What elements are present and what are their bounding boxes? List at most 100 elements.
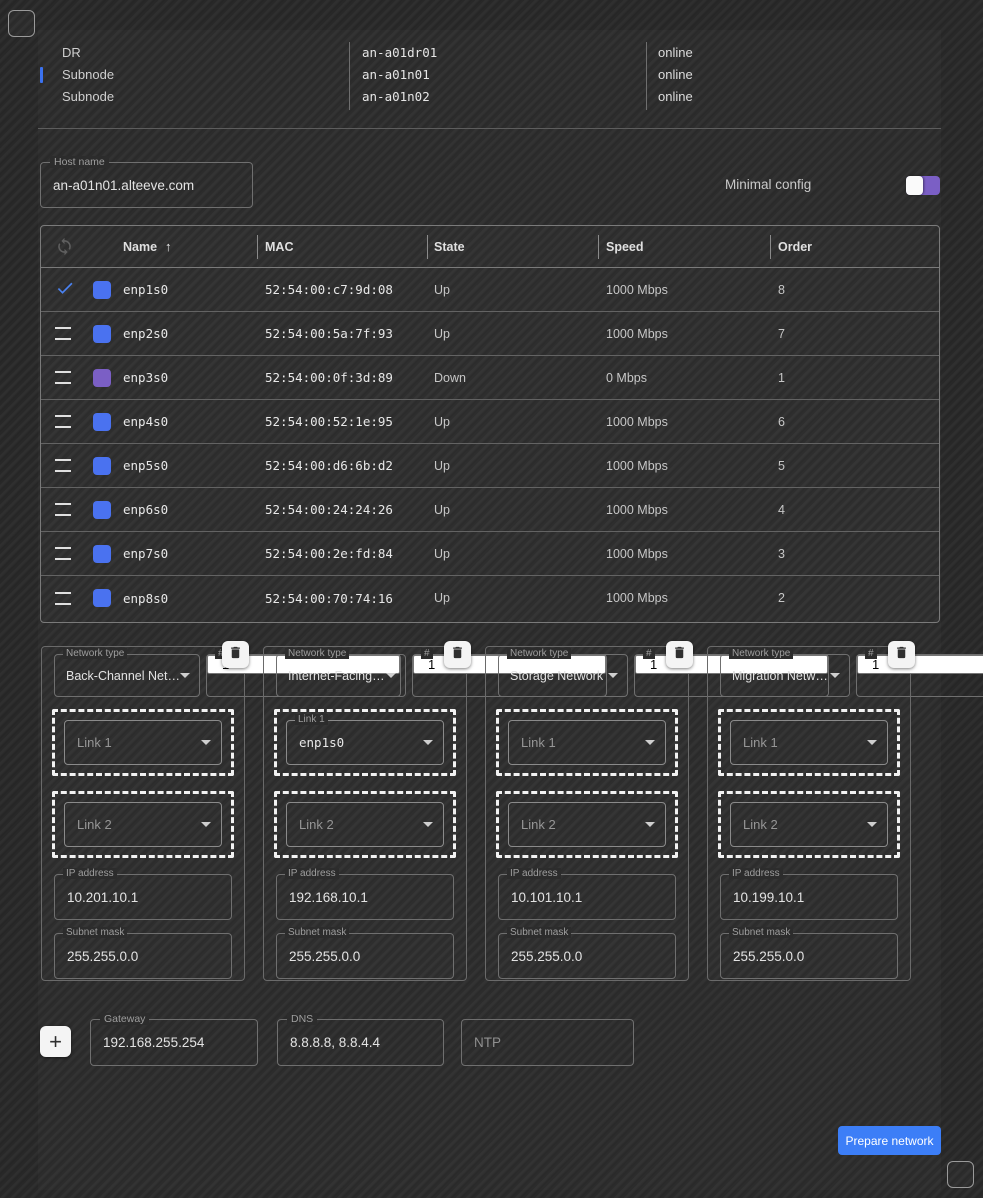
table-row[interactable]: enp8s0 52:54:00:70:74:16 Up 1000 Mbps 2 (41, 576, 939, 620)
section-divider (38, 128, 941, 129)
table-row[interactable]: enp2s0 52:54:00:5a:7f:93 Up 1000 Mbps 7 (41, 312, 939, 356)
ip-address-input[interactable] (721, 875, 897, 919)
link1-select[interactable]: Link 1 (64, 720, 222, 765)
delete-network-button[interactable] (444, 641, 471, 668)
node-list-item[interactable]: DR an-a01dr01 online (38, 42, 941, 64)
delete-network-button[interactable] (888, 641, 915, 668)
table-row[interactable]: enp4s0 52:54:00:52:1e:95 Up 1000 Mbps 6 (41, 400, 939, 444)
interface-color-swatch (93, 545, 111, 563)
corner-button-bottom-right[interactable] (947, 1161, 974, 1188)
ntp-field[interactable] (461, 1019, 634, 1066)
link1-select[interactable]: Link 1 (508, 720, 666, 765)
column-header-mac[interactable]: MAC (265, 240, 434, 254)
drag-handle-icon[interactable] (55, 371, 71, 384)
minimal-config-label: Minimal config (725, 177, 811, 192)
link1-dropzone[interactable]: Link 1 (496, 709, 678, 776)
subnet-mask-field[interactable]: Subnet mask (276, 933, 454, 979)
table-row[interactable]: enp3s0 52:54:00:0f:3d:89 Down 0 Mbps 1 (41, 356, 939, 400)
subnet-mask-field[interactable]: Subnet mask (54, 933, 232, 979)
column-header-speed[interactable]: Speed (606, 240, 778, 254)
drag-handle-icon[interactable] (55, 459, 71, 472)
ip-address-field[interactable]: IP address (54, 874, 232, 920)
link1-dropzone[interactable]: Link 1 (52, 709, 234, 776)
link1-select[interactable]: Link 1 (730, 720, 888, 765)
subnet-mask-input[interactable] (277, 934, 453, 978)
drag-handle-icon[interactable] (55, 503, 71, 516)
link1-select[interactable]: Link 1 enp1s0 (286, 720, 444, 765)
network-card-ifn: Network type Internet-Facing… # Link 1 e… (263, 646, 467, 981)
corner-button-top-left[interactable] (8, 10, 35, 37)
node-type: DR (62, 42, 81, 64)
drag-handle-icon[interactable] (55, 415, 71, 428)
chevron-down-icon (423, 822, 433, 827)
dns-field[interactable]: DNS (277, 1019, 444, 1066)
prepare-network-button[interactable]: Prepare network (838, 1126, 941, 1155)
subnet-mask-input[interactable] (721, 934, 897, 978)
dns-input[interactable] (278, 1020, 443, 1065)
interface-speed: 1000 Mbps (606, 591, 778, 605)
node-list-item-selected[interactable]: Subnode an-a01n01 online (38, 64, 941, 86)
interface-order: 4 (778, 503, 939, 517)
link2-dropzone[interactable]: Link 2 (718, 791, 900, 858)
add-network-button[interactable]: + (40, 1026, 71, 1057)
node-list-item[interactable]: Subnode an-a01n02 online (38, 86, 941, 108)
plus-icon: + (49, 1031, 62, 1053)
divider (257, 235, 258, 259)
link2-select[interactable]: Link 2 (730, 802, 888, 847)
trash-icon (894, 645, 909, 665)
ip-address-field[interactable]: IP address (498, 874, 676, 920)
minimal-config-toggle[interactable] (906, 176, 940, 195)
network-type-select[interactable]: Network type Migration Netw… (720, 654, 850, 697)
interface-name: enp6s0 (123, 502, 265, 517)
table-row[interactable]: enp5s0 52:54:00:d6:6b:d2 Up 1000 Mbps 5 (41, 444, 939, 488)
gateway-input[interactable] (91, 1020, 257, 1065)
ip-address-input[interactable] (277, 875, 453, 919)
check-icon (55, 278, 93, 301)
interface-color-swatch (93, 369, 111, 387)
ip-address-input[interactable] (55, 875, 231, 919)
trash-icon (672, 645, 687, 665)
link2-select[interactable]: Link 2 (508, 802, 666, 847)
ip-address-field[interactable]: IP address (276, 874, 454, 920)
link1-dropzone[interactable]: Link 1 (718, 709, 900, 776)
column-header-name[interactable]: Name↑ (123, 239, 265, 254)
table-row[interactable]: enp7s0 52:54:00:2e:fd:84 Up 1000 Mbps 3 (41, 532, 939, 576)
network-type-select[interactable]: Network type Storage Network (498, 654, 628, 697)
ntp-input[interactable] (462, 1020, 633, 1065)
link2-dropzone[interactable]: Link 2 (496, 791, 678, 858)
subnet-mask-input[interactable] (499, 934, 675, 978)
table-row[interactable]: enp1s0 52:54:00:c7:9d:08 Up 1000 Mbps 8 (41, 268, 939, 312)
column-header-state[interactable]: State (434, 240, 606, 254)
ip-address-input[interactable] (499, 875, 675, 919)
drag-handle-icon[interactable] (55, 327, 71, 340)
link2-dropzone[interactable]: Link 2 (274, 791, 456, 858)
drag-handle-icon[interactable] (55, 547, 71, 560)
drag-handle-icon[interactable] (55, 592, 71, 605)
ip-address-field[interactable]: IP address (720, 874, 898, 920)
interface-mac: 52:54:00:24:24:26 (265, 502, 434, 517)
divider (349, 42, 350, 110)
table-row[interactable]: enp6s0 52:54:00:24:24:26 Up 1000 Mbps 4 (41, 488, 939, 532)
interface-color-swatch (93, 413, 111, 431)
link2-select[interactable]: Link 2 (64, 802, 222, 847)
toggle-thumb (906, 176, 923, 195)
hostname-field[interactable]: Host name (40, 162, 253, 208)
interface-mac: 52:54:00:0f:3d:89 (265, 370, 434, 385)
network-type-select[interactable]: Network type Internet-Facing… (276, 654, 406, 697)
subnet-mask-input[interactable] (55, 934, 231, 978)
column-header-order[interactable]: Order (778, 240, 939, 254)
network-type-select[interactable]: Network type Back-Channel Net… (54, 654, 200, 697)
interface-mac: 52:54:00:52:1e:95 (265, 414, 434, 429)
subnet-mask-field[interactable]: Subnet mask (498, 933, 676, 979)
network-number-field[interactable]: # (856, 654, 983, 697)
subnet-mask-field[interactable]: Subnet mask (720, 933, 898, 979)
link2-select[interactable]: Link 2 (286, 802, 444, 847)
network-cards: Network type Back-Channel Net… # Link 1 … (41, 646, 911, 981)
gateway-field[interactable]: Gateway (90, 1019, 258, 1066)
delete-network-button[interactable] (222, 641, 249, 668)
delete-network-button[interactable] (666, 641, 693, 668)
refresh-icon[interactable] (55, 237, 93, 256)
link2-dropzone[interactable]: Link 2 (52, 791, 234, 858)
link1-dropzone[interactable]: Link 1 enp1s0 (274, 709, 456, 776)
hostname-input[interactable] (41, 163, 252, 207)
